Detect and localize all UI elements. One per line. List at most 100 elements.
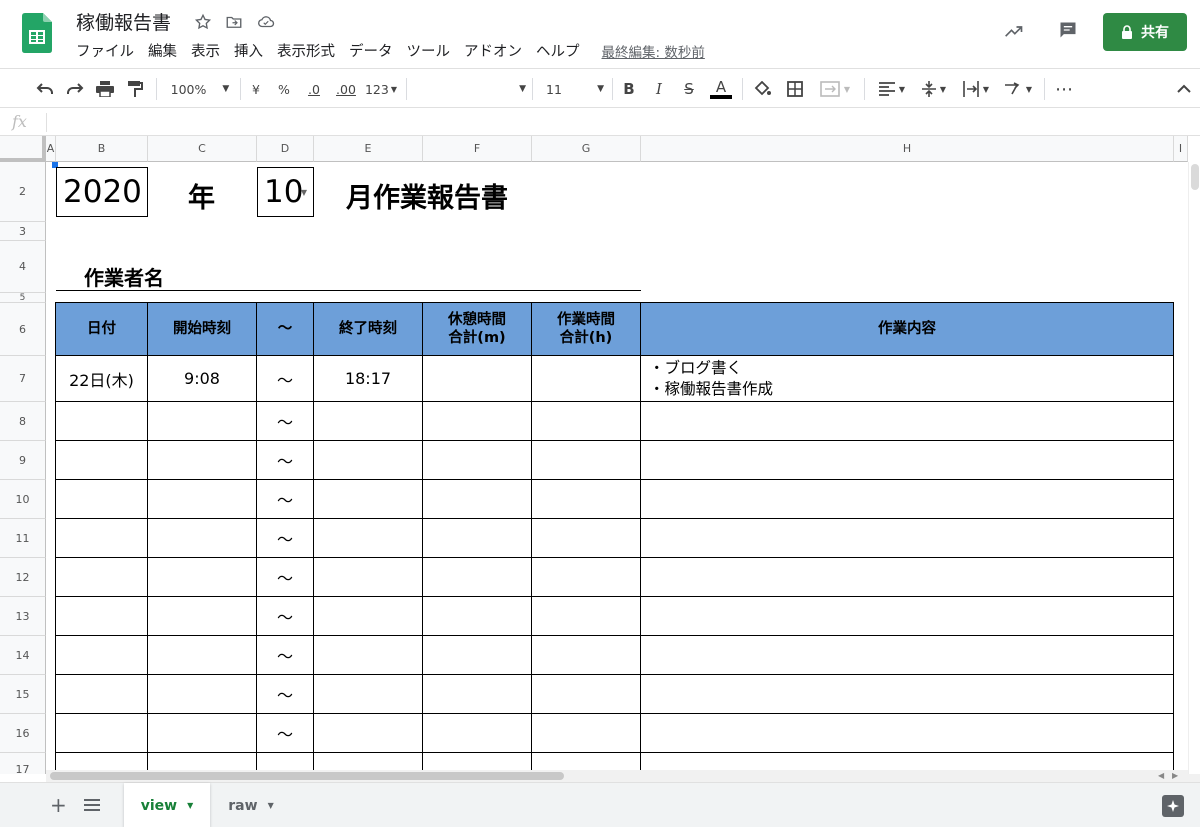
column-header-h[interactable]: H [641, 136, 1174, 162]
cell-date[interactable] [56, 636, 148, 675]
cell-tilde[interactable]: 〜 [257, 597, 314, 636]
document-title[interactable]: 稼働報告書 [76, 8, 171, 35]
cell-work-total[interactable] [532, 441, 641, 480]
horizontal-scrollbar-thumb[interactable] [50, 772, 564, 780]
row-header[interactable]: 10 [0, 480, 46, 519]
horizontal-align-icon[interactable]: ▼ [872, 69, 912, 109]
row-header[interactable]: 8 [0, 402, 46, 441]
cell-start-time[interactable] [148, 636, 257, 675]
text-color-button[interactable]: A [708, 69, 734, 109]
column-header-g[interactable]: G [532, 136, 641, 162]
row-header[interactable]: 13 [0, 597, 46, 636]
menu-tools[interactable]: ツール [407, 40, 451, 61]
cell-tilde[interactable]: 〜 [257, 714, 314, 753]
cell-date[interactable] [56, 519, 148, 558]
row-header[interactable]: 14 [0, 636, 46, 675]
cell-work-total[interactable] [532, 558, 641, 597]
cell-break-total[interactable] [423, 675, 532, 714]
cell-break-total[interactable] [423, 714, 532, 753]
cell-start-time[interactable] [148, 597, 257, 636]
column-header-a[interactable]: A [46, 136, 56, 162]
column-header-b[interactable]: B [56, 136, 148, 162]
month-dropdown-cell[interactable]: 10 ▼ [257, 167, 314, 217]
cell-tilde[interactable]: 〜 [257, 519, 314, 558]
column-header-f[interactable]: F [423, 136, 532, 162]
bold-button[interactable]: B [618, 69, 640, 109]
star-icon[interactable] [193, 12, 213, 32]
text-wrap-icon[interactable]: ▼ [956, 69, 996, 109]
decrease-decimal-button[interactable]: .0 [302, 69, 326, 109]
cell-work-total[interactable] [532, 519, 641, 558]
cell-work-content[interactable] [641, 597, 1174, 636]
row-header[interactable]: 4 [0, 241, 46, 293]
add-sheet-icon[interactable]: + [50, 793, 67, 817]
cell-end-time[interactable] [314, 558, 423, 597]
header-end-time[interactable]: 終了時刻 [314, 303, 423, 356]
cell-end-time[interactable] [314, 402, 423, 441]
cell-start-time[interactable] [148, 714, 257, 753]
currency-format-button[interactable]: ¥ [246, 69, 266, 109]
cell-work-total[interactable] [532, 402, 641, 441]
column-header-d[interactable]: D [257, 136, 314, 162]
cell-work-total[interactable] [532, 597, 641, 636]
explore-icon[interactable] [1162, 795, 1184, 817]
cell-break-total[interactable] [423, 441, 532, 480]
header-date[interactable]: 日付 [56, 303, 148, 356]
activity-trend-icon[interactable] [1004, 22, 1024, 42]
column-header-e[interactable]: E [314, 136, 423, 162]
row-header[interactable]: 9 [0, 441, 46, 480]
comments-icon[interactable] [1058, 20, 1078, 40]
cell-end-time[interactable] [314, 597, 423, 636]
cell-date[interactable] [56, 558, 148, 597]
cell-break-total[interactable] [423, 636, 532, 675]
cell-work-content[interactable] [641, 675, 1174, 714]
cell-break-total[interactable] [423, 558, 532, 597]
vertical-scrollbar-track[interactable] [1188, 162, 1200, 774]
chevron-up-icon[interactable] [1172, 69, 1196, 109]
cloud-status-icon[interactable] [256, 12, 276, 32]
cell-work-total[interactable] [532, 636, 641, 675]
scroll-right-icon[interactable]: ▶ [1172, 771, 1178, 780]
increase-decimal-button[interactable]: .00 [332, 69, 360, 109]
menu-insert[interactable]: 挿入 [234, 40, 263, 61]
share-button[interactable]: 共有 [1103, 13, 1187, 51]
cell-work-content[interactable] [641, 402, 1174, 441]
scroll-left-icon[interactable]: ◀ [1158, 771, 1164, 780]
cell-start-time[interactable] [148, 558, 257, 597]
cell-date[interactable]: 22日(木) [56, 356, 148, 402]
sheet-tab-raw[interactable]: raw ▼ [214, 783, 288, 827]
cell-start-time[interactable] [148, 675, 257, 714]
cell-work-content[interactable] [641, 714, 1174, 753]
cell-tilde[interactable]: 〜 [257, 441, 314, 480]
select-all-corner[interactable] [0, 136, 46, 162]
sheet-tab-view[interactable]: view ▼ [124, 783, 210, 827]
text-rotation-icon[interactable]: ▼ [998, 69, 1038, 109]
paint-format-icon[interactable] [122, 69, 148, 109]
cell-work-content[interactable] [641, 519, 1174, 558]
more-options-icon[interactable]: ⋯ [1052, 69, 1076, 109]
merge-cells-icon[interactable]: ▼ [814, 69, 856, 109]
undo-icon[interactable] [32, 69, 58, 109]
move-folder-icon[interactable] [224, 12, 244, 32]
cell-work-content[interactable] [641, 441, 1174, 480]
font-family-select[interactable]: ▼ [414, 69, 526, 109]
percent-format-button[interactable]: % [274, 69, 294, 109]
row-header[interactable]: 16 [0, 714, 46, 753]
row-header[interactable]: 17 [0, 753, 46, 774]
menu-view[interactable]: 表示 [191, 40, 220, 61]
menu-data[interactable]: データ [349, 40, 393, 61]
cell-break-total[interactable] [423, 597, 532, 636]
print-icon[interactable] [92, 69, 118, 109]
menu-edit[interactable]: 編集 [148, 40, 177, 61]
menu-format[interactable]: 表示形式 [277, 40, 335, 61]
cell-tilde[interactable]: 〜 [257, 558, 314, 597]
column-header-c[interactable]: C [148, 136, 257, 162]
year-cell[interactable]: 2020 [56, 167, 148, 217]
cell-work-total[interactable] [532, 356, 641, 402]
header-tilde[interactable]: 〜 [257, 303, 314, 356]
cell-work-content[interactable]: ・ブログ書く ・稼働報告書作成 [641, 356, 1174, 402]
row-header[interactable]: 5 [0, 293, 46, 303]
more-formats-button[interactable]: 123 ▼ [364, 69, 398, 109]
cell-end-time[interactable] [314, 675, 423, 714]
cell-end-time[interactable] [314, 636, 423, 675]
